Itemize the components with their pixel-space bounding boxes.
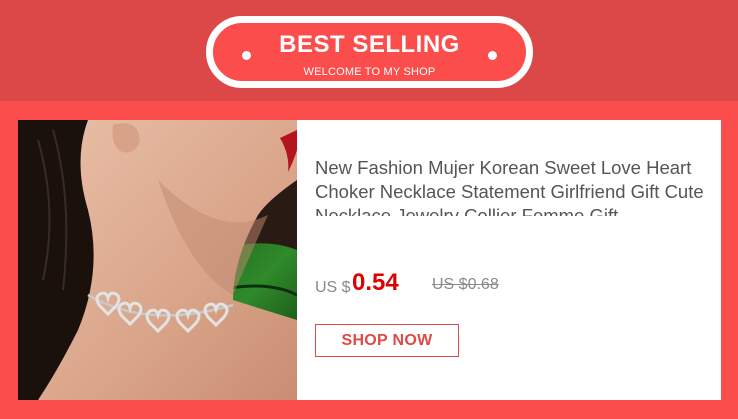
price-row: US $ 0.54 US $0.68 [315, 269, 695, 301]
banner-subtitle: WELCOME TO MY SHOP [303, 66, 436, 78]
sale-price: 0.54 [352, 269, 399, 296]
best-selling-badge: BEST SELLING WELCOME TO MY SHOP [206, 16, 533, 88]
header-band: BEST SELLING WELCOME TO MY SHOP [0, 0, 738, 101]
product-image[interactable] [18, 120, 297, 400]
necklace-photo-illustration [18, 120, 297, 400]
currency-label: US $ [315, 279, 351, 296]
product-title[interactable]: New Fashion Mujer Korean Sweet Love Hear… [315, 156, 707, 216]
banner-title: BEST SELLING [279, 31, 460, 58]
product-card: New Fashion Mujer Korean Sweet Love Hear… [18, 120, 721, 400]
product-info: New Fashion Mujer Korean Sweet Love Hear… [297, 120, 721, 400]
original-price: US $0.68 [432, 276, 499, 293]
shop-now-button[interactable]: SHOP NOW [315, 324, 459, 357]
